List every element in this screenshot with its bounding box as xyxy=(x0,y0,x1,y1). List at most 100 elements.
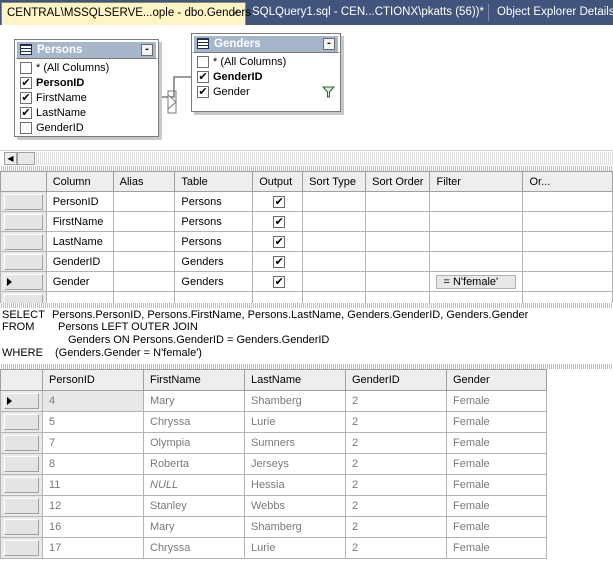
results-cell[interactable]: Stanley xyxy=(143,495,245,517)
criteria-column-header[interactable]: Output xyxy=(252,171,304,192)
output-checkbox[interactable]: ✔ xyxy=(273,275,286,288)
results-cell[interactable]: 5 xyxy=(42,411,144,433)
field-checkbox[interactable]: ✔ xyxy=(20,92,32,104)
row-selector[interactable] xyxy=(0,271,47,292)
results-cell[interactable]: Female xyxy=(446,453,547,475)
criteria-sort-order-cell[interactable] xyxy=(365,231,431,252)
criteria-column-header[interactable]: Sort Type xyxy=(302,171,367,192)
criteria-empty-cell[interactable] xyxy=(429,291,524,303)
criteria-column-cell[interactable]: PersonID xyxy=(45,191,114,212)
criteria-or-cell[interactable] xyxy=(522,191,613,212)
criteria-column-header[interactable]: Alias xyxy=(112,171,176,192)
results-row[interactable]: 5 Chryssa Lurie 2 Female xyxy=(0,411,547,433)
results-cell[interactable]: Lurie xyxy=(244,537,346,559)
results-row[interactable]: 8 Roberta Jerseys 2 Female xyxy=(0,453,547,475)
criteria-empty-cell[interactable] xyxy=(45,291,114,303)
row-selector[interactable] xyxy=(0,411,43,433)
field-checkbox[interactable] xyxy=(20,122,32,134)
field-row[interactable]: ✔ PersonID xyxy=(18,76,158,91)
criteria-row[interactable]: PersonID Persons ✔ xyxy=(0,191,613,212)
row-selector[interactable] xyxy=(0,191,47,212)
results-cell[interactable]: Mary xyxy=(143,516,245,538)
results-column-header[interactable]: FirstName xyxy=(143,369,245,391)
criteria-sort-type-cell[interactable] xyxy=(302,211,367,232)
results-cell[interactable]: Jerseys xyxy=(244,453,346,475)
close-icon[interactable]: × xyxy=(232,6,239,20)
minimize-button[interactable]: - xyxy=(141,44,153,56)
criteria-output-cell[interactable]: ✔ xyxy=(252,191,304,212)
tab-query-designer[interactable]: CENTRAL\MSSQLSERVE...ople - dbo.Genders … xyxy=(1,2,251,25)
field-checkbox[interactable]: ✔ xyxy=(20,107,32,119)
criteria-column-header[interactable]: Filter xyxy=(429,171,524,192)
output-checkbox[interactable]: ✔ xyxy=(273,215,286,228)
criteria-filter-cell[interactable] xyxy=(429,231,524,252)
criteria-column-header[interactable]: Or... xyxy=(522,171,613,192)
results-cell[interactable]: 2 xyxy=(345,516,447,538)
criteria-alias-cell[interactable] xyxy=(112,271,176,292)
criteria-output-cell[interactable]: ✔ xyxy=(252,251,304,272)
results-row[interactable]: 7 Olympia Sumners 2 Female xyxy=(0,432,547,454)
results-cell[interactable]: Female xyxy=(446,390,547,412)
results-cell[interactable]: 7 xyxy=(42,432,144,454)
results-cell[interactable]: Female xyxy=(446,474,547,496)
row-selector[interactable] xyxy=(0,291,47,303)
criteria-alias-cell[interactable] xyxy=(112,251,176,272)
table-persons-header[interactable]: Persons - xyxy=(15,40,158,59)
criteria-empty-cell[interactable] xyxy=(112,291,176,303)
criteria-alias-cell[interactable] xyxy=(112,231,176,252)
scrollbar-thumb[interactable] xyxy=(17,152,35,165)
results-cell[interactable]: 17 xyxy=(42,537,144,559)
scrollbar-track[interactable] xyxy=(35,152,613,165)
tab-sqlquery1[interactable]: SQLQuery1.sql - CEN...CTIONX\pkatts (56)… xyxy=(252,6,484,18)
row-selector[interactable] xyxy=(0,231,47,252)
criteria-or-cell[interactable] xyxy=(522,231,613,252)
results-cell[interactable]: NULL xyxy=(143,474,245,496)
criteria-sort-order-cell[interactable] xyxy=(365,211,431,232)
table-persons[interactable]: Persons - * (All Columns) ✔ PersonID ✔ First… xyxy=(14,39,159,137)
results-cell[interactable]: Webbs xyxy=(244,495,346,517)
row-selector[interactable] xyxy=(0,453,43,475)
row-selector[interactable] xyxy=(0,537,43,559)
results-cell[interactable]: 2 xyxy=(345,432,447,454)
criteria-sort-type-cell[interactable] xyxy=(302,231,367,252)
criteria-row[interactable]: FirstName Persons ✔ xyxy=(0,211,613,232)
field-row[interactable]: ✔ GenderID xyxy=(195,70,340,85)
criteria-table-cell[interactable]: Genders xyxy=(174,251,254,272)
minimize-button[interactable]: - xyxy=(323,38,335,50)
criteria-table-cell[interactable]: Persons xyxy=(174,211,254,232)
results-cell[interactable]: Olympia xyxy=(143,432,245,454)
results-cell[interactable]: Chryssa xyxy=(143,411,245,433)
field-row[interactable]: GenderID xyxy=(18,121,158,136)
row-selector[interactable] xyxy=(0,516,43,538)
field-row[interactable]: ✔ FirstName xyxy=(18,91,158,106)
results-cell[interactable]: 2 xyxy=(345,474,447,496)
criteria-output-cell[interactable]: ✔ xyxy=(252,211,304,232)
results-cell[interactable]: 2 xyxy=(345,537,447,559)
results-column-header[interactable]: LastName xyxy=(244,369,346,391)
table-genders[interactable]: Genders - * (All Columns) ✔ GenderID ✔ Gende… xyxy=(191,33,341,112)
criteria-empty-cell[interactable] xyxy=(522,291,613,303)
criteria-empty-cell[interactable] xyxy=(174,291,254,303)
criteria-output-cell[interactable]: ✔ xyxy=(252,271,304,292)
filter-value[interactable]: = N'female' xyxy=(436,274,517,289)
results-row[interactable]: 12 Stanley Webbs 2 Female xyxy=(0,495,547,517)
results-cell[interactable]: Sumners xyxy=(244,432,346,454)
diagram-horizontal-scrollbar[interactable]: ◀ xyxy=(0,150,613,166)
field-checkbox[interactable] xyxy=(20,62,32,74)
criteria-sort-order-cell[interactable] xyxy=(365,251,431,272)
field-checkbox[interactable] xyxy=(197,56,209,68)
row-selector[interactable] xyxy=(0,495,43,517)
criteria-filter-cell[interactable] xyxy=(429,251,524,272)
criteria-column-header[interactable]: Column xyxy=(45,171,114,192)
criteria-new-row[interactable] xyxy=(0,291,613,303)
criteria-column-cell[interactable]: LastName xyxy=(45,231,114,252)
output-checkbox[interactable]: ✔ xyxy=(273,195,286,208)
results-cell[interactable]: Lurie xyxy=(244,411,346,433)
results-row[interactable]: 11 NULL Hessia 2 Female xyxy=(0,474,547,496)
results-column-header[interactable]: Gender xyxy=(446,369,547,391)
criteria-column-cell[interactable]: GenderID xyxy=(45,251,114,272)
results-cell[interactable]: 2 xyxy=(345,453,447,475)
criteria-empty-cell[interactable] xyxy=(365,291,431,303)
criteria-filter-cell[interactable] xyxy=(429,211,524,232)
criteria-sort-type-cell[interactable] xyxy=(302,271,367,292)
